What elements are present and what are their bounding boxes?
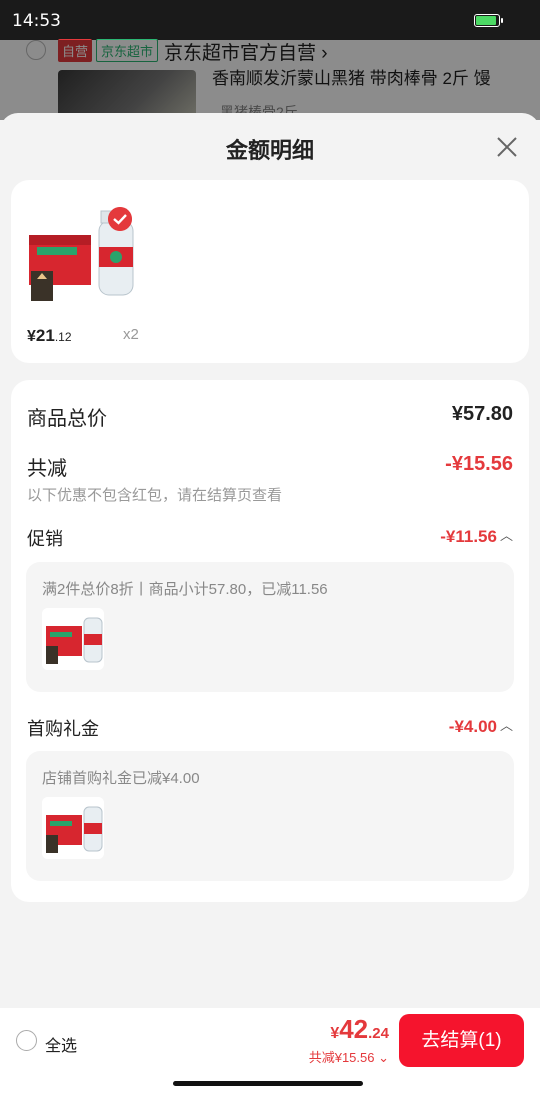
- price-integer: 21: [35, 326, 55, 345]
- close-icon[interactable]: [493, 133, 521, 161]
- product-quantity: x2: [123, 326, 139, 343]
- products-card: ¥21.12 x2: [11, 180, 529, 363]
- first-purchase-gift-toggle[interactable]: -¥4.00 ︿: [449, 717, 513, 737]
- gift-product-thumbnail: [42, 797, 104, 859]
- promotion-description: 满2件总价8折丨商品小计57.80，已减11.56: [42, 581, 328, 598]
- sum-decimal: .24: [368, 1025, 389, 1042]
- total-price-value: ¥57.80: [451, 403, 513, 425]
- checkout-button[interactable]: 去结算(1): [399, 1014, 524, 1067]
- promotion-product-thumbnail: [42, 608, 104, 670]
- amount-detail-card: 商品总价 ¥57.80 共减 -¥15.56 以下优惠不包含红包，请在结算页查看…: [11, 380, 529, 902]
- sum-currency: ¥: [330, 1025, 340, 1042]
- select-all-checkbox[interactable]: [16, 1030, 37, 1051]
- sum-integer: 42: [339, 1014, 369, 1044]
- price-currency: ¥: [27, 328, 36, 345]
- price-decimal: .12: [54, 330, 72, 344]
- total-price-label: 商品总价: [27, 408, 107, 430]
- promotion-detail-box: 满2件总价8折丨商品小计57.80，已减11.56: [26, 562, 514, 692]
- sheet-title: 金额明细: [225, 138, 314, 163]
- status-bar: 14:53: [0, 0, 540, 40]
- checkout-bar: 全选 ¥42.24 共减¥15.56 ⌄ 去结算(1): [0, 1008, 540, 1095]
- chevron-up-icon: ︿: [499, 528, 513, 543]
- promotion-label: 促销: [27, 529, 63, 549]
- promotion-toggle[interactable]: -¥11.56 ︿: [440, 527, 513, 547]
- discount-note: 以下优惠不包含红包，请在结算页查看: [27, 487, 283, 504]
- battery-fill: [476, 16, 496, 25]
- first-purchase-gift-label: 首购礼金: [27, 719, 99, 739]
- amount-detail-sheet: 金额明细 ¥21.12 x2 商品总价 ¥57.80 共减 -¥15.56 以下…: [0, 113, 540, 1095]
- gift-detail-box: 店铺首购礼金已减¥4.00: [26, 751, 514, 881]
- total-reduction-label: 共减: [27, 458, 67, 480]
- sum-price: ¥42.24: [330, 1014, 389, 1045]
- select-all-label[interactable]: 全选: [45, 1032, 77, 1056]
- sum-reduction-toggle[interactable]: 共减¥15.56 ⌄: [309, 1047, 389, 1066]
- gift-description: 店铺首购礼金已减¥4.00: [42, 770, 200, 787]
- product-price: ¥21.12: [27, 326, 72, 346]
- total-reduction-value: -¥15.56: [445, 453, 513, 475]
- chevron-up-icon: ︿: [499, 718, 513, 733]
- status-time: 14:53: [12, 11, 61, 31]
- promotion-value: -¥11.56: [440, 527, 497, 546]
- battery-icon: [474, 14, 503, 27]
- home-indicator[interactable]: [173, 1081, 363, 1086]
- selected-check-icon: [108, 207, 132, 231]
- overlay-dim[interactable]: [0, 40, 540, 120]
- first-purchase-gift-value: -¥4.00: [448, 717, 497, 736]
